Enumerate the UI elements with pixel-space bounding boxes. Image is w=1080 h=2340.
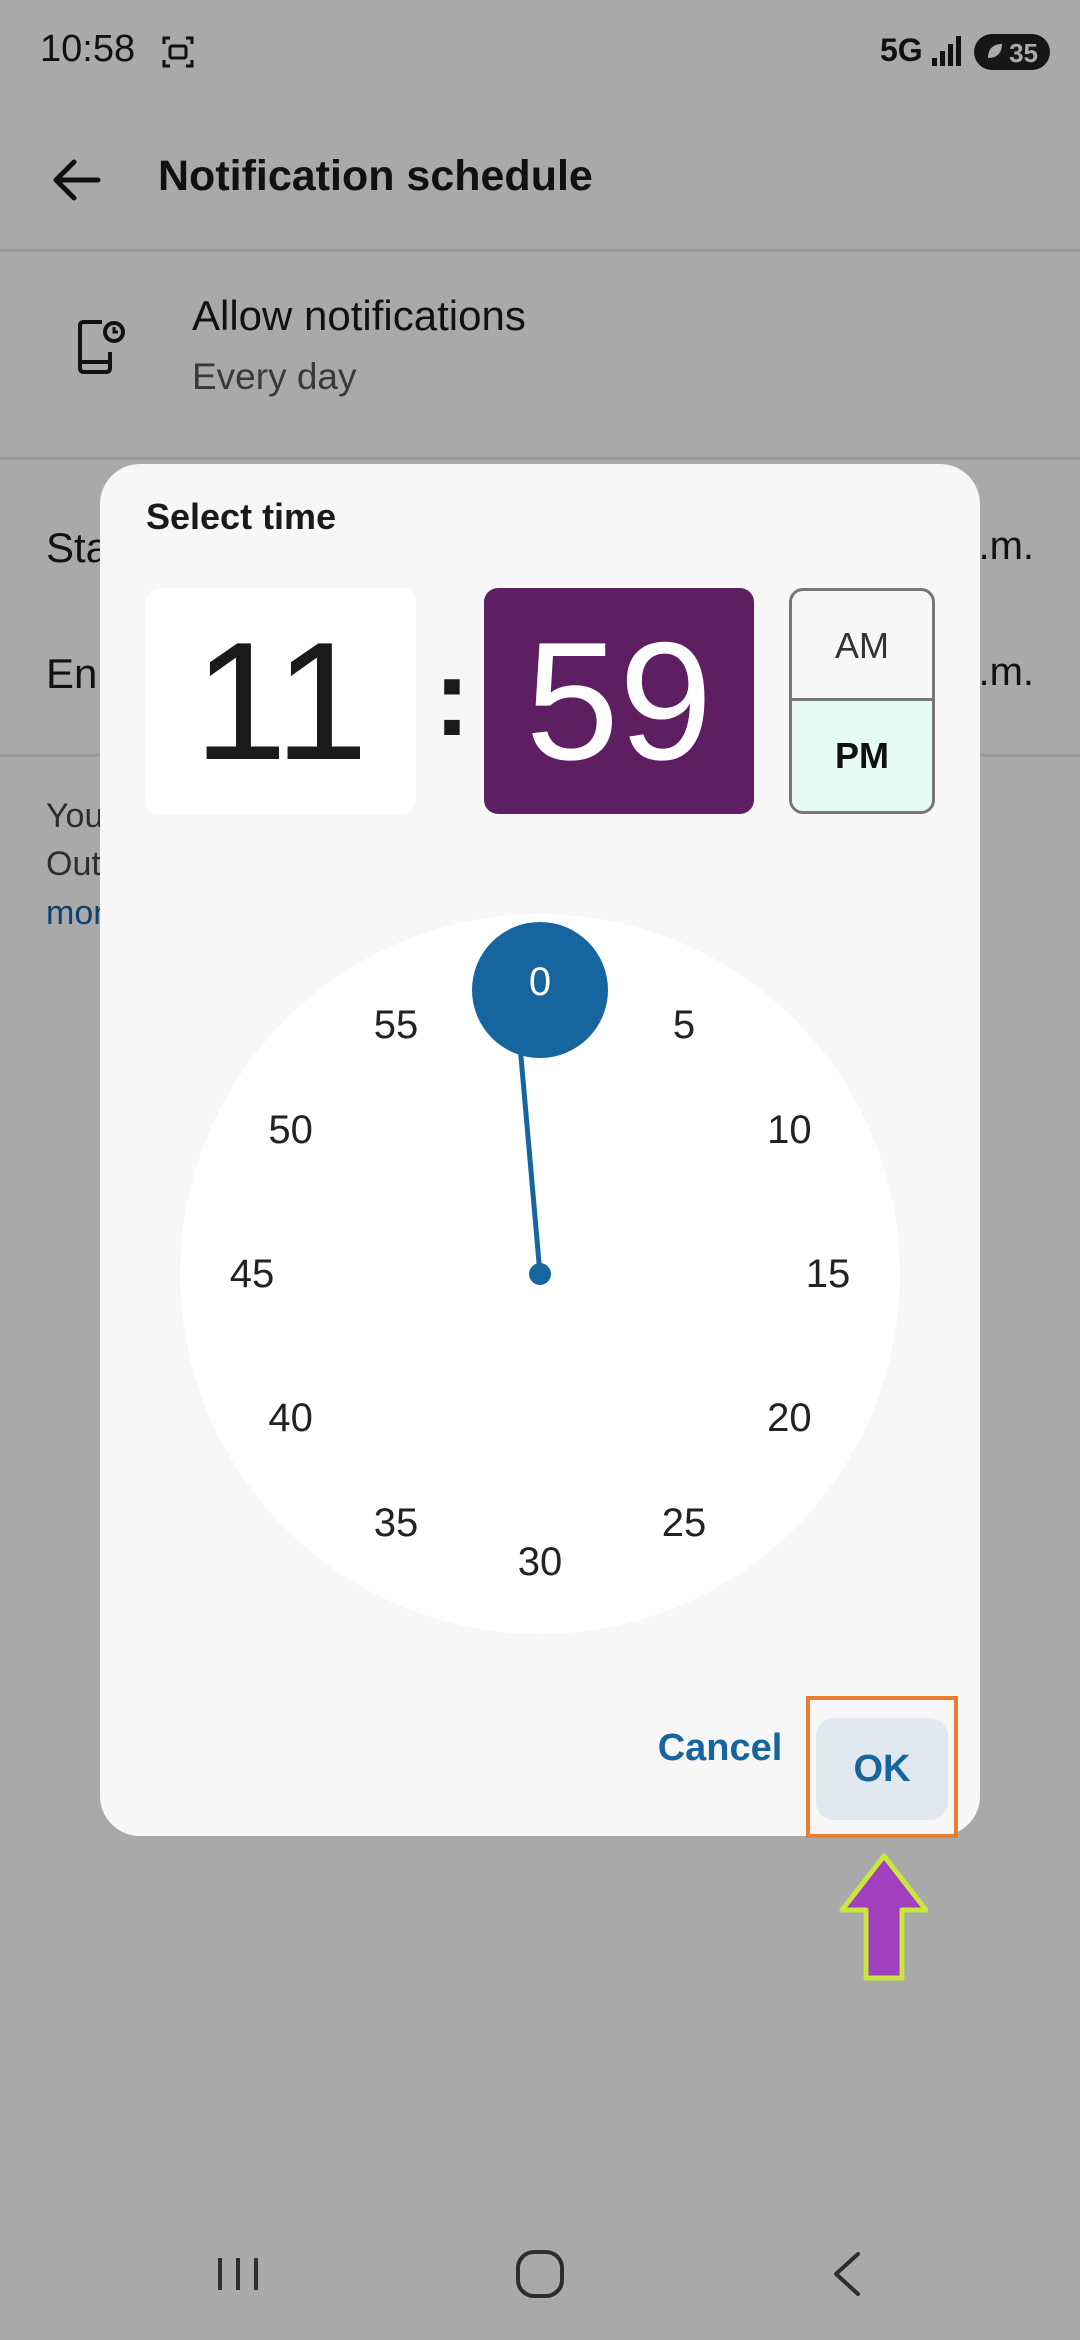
hour-field[interactable]: 11 <box>146 588 416 814</box>
arrow-up-icon <box>839 1853 929 1981</box>
clock-center-dot <box>529 1263 551 1285</box>
dial-label-10[interactable]: 10 <box>744 1105 834 1155</box>
dial-label-30[interactable]: 30 <box>495 1537 585 1587</box>
screen: 10:58 5G 35 Notification schedule Allow … <box>0 0 1080 2340</box>
dial-label-20[interactable]: 20 <box>744 1393 834 1443</box>
dial-label-55[interactable]: 55 <box>351 1000 441 1050</box>
highlight-box <box>806 1696 958 1838</box>
dial-label-0[interactable]: 0 <box>495 957 585 1007</box>
minute-dial[interactable]: 0 5 10 15 20 25 30 35 40 45 50 55 <box>180 914 900 1634</box>
dial-label-25[interactable]: 25 <box>639 1498 729 1548</box>
dialog-title: Select time <box>146 496 337 537</box>
dial-label-50[interactable]: 50 <box>246 1105 336 1155</box>
dial-label-40[interactable]: 40 <box>246 1393 336 1443</box>
cancel-button[interactable]: Cancel <box>640 1708 800 1788</box>
dial-label-15[interactable]: 15 <box>783 1249 873 1299</box>
time-picker-dialog: Select time 11 : 59 AM PM 0 5 10 15 20 25 30 35… <box>100 464 980 1836</box>
time-separator: : <box>433 636 471 759</box>
pm-button[interactable]: PM <box>792 701 932 811</box>
dial-label-35[interactable]: 35 <box>351 1498 441 1548</box>
dial-label-5[interactable]: 5 <box>639 1000 729 1050</box>
am-pm-toggle: AM PM <box>789 588 935 814</box>
minute-field[interactable]: 59 <box>484 588 754 814</box>
am-button[interactable]: AM <box>792 591 932 701</box>
dial-label-45[interactable]: 45 <box>207 1249 297 1299</box>
